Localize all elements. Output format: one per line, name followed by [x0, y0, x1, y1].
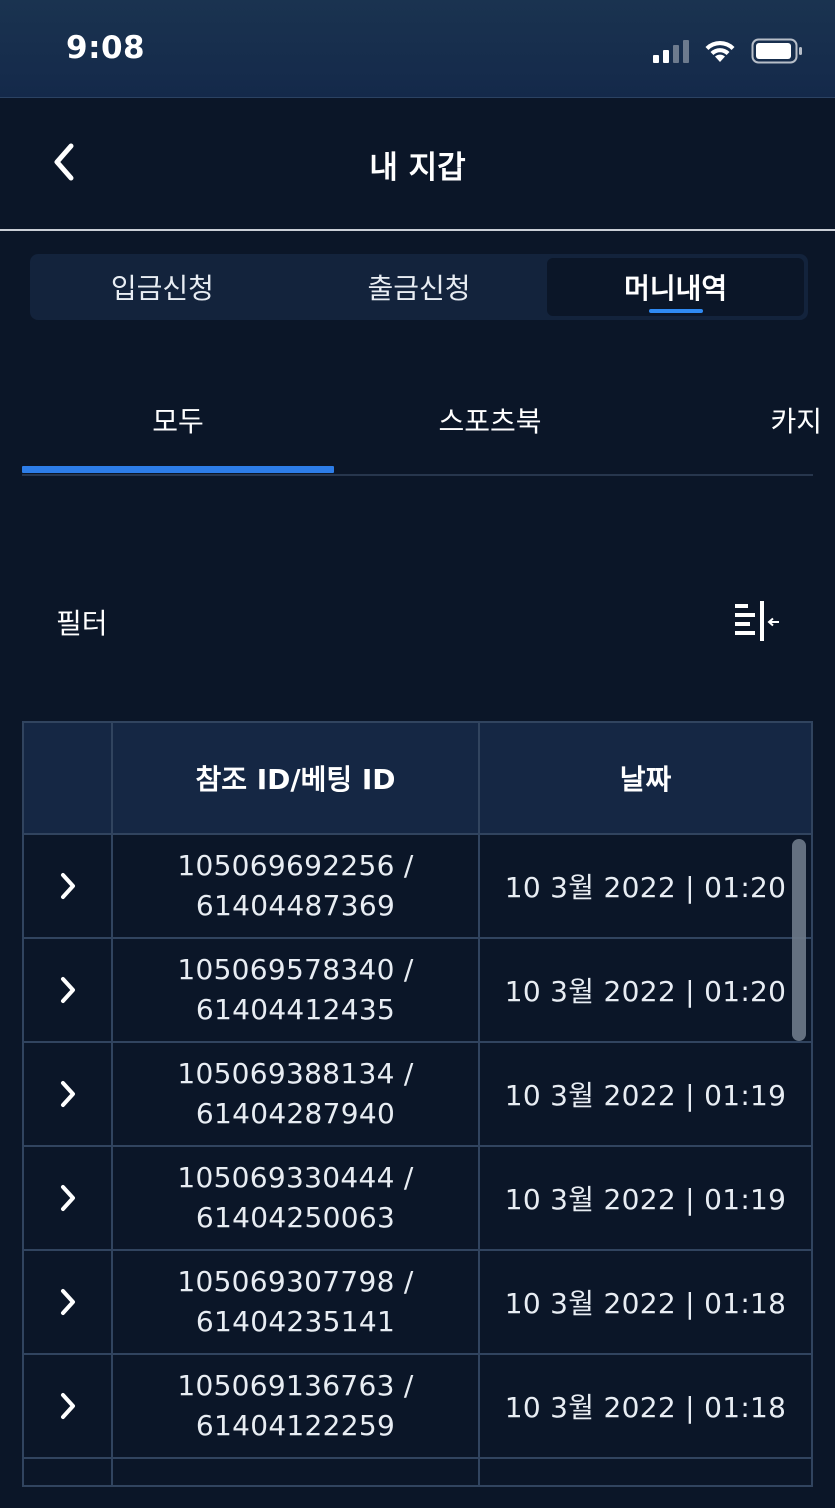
- reference-id: 105069692256 /: [177, 849, 414, 882]
- reference-cell: 105069578340 / 61404412435: [113, 939, 480, 1041]
- table-row[interactable]: 105069056162 /: [24, 1459, 811, 1485]
- reference-id: 105069388134 /: [177, 1057, 414, 1090]
- bet-id: 61404122259: [195, 1409, 396, 1442]
- battery-icon: [751, 38, 802, 64]
- column-header-expand: [24, 723, 113, 833]
- table-row[interactable]: 105069307798 / 61404235141 10 3월 2022 | 01…: [24, 1251, 811, 1355]
- expand-row-button[interactable]: [24, 939, 113, 1041]
- reference-cell: 105069307798 / 61404235141: [113, 1251, 480, 1353]
- nav-header: 내 지갑: [0, 98, 835, 231]
- tab-label: 입금신청: [110, 272, 214, 305]
- reference-cell: 105069056162 /: [113, 1459, 480, 1485]
- table-row[interactable]: 105069136763 / 61404122259 10 3월 2022 | 01…: [24, 1355, 811, 1459]
- active-subtab-indicator: [22, 466, 334, 473]
- expand-row-button[interactable]: [24, 1043, 113, 1145]
- reference-cell: 105069330444 / 61404250063: [113, 1147, 480, 1249]
- filter-row: 필터: [22, 590, 813, 654]
- active-tab-indicator: [648, 309, 703, 313]
- tab-money-history[interactable]: 머니내역: [547, 258, 805, 316]
- chevron-right-icon: [60, 1289, 75, 1315]
- transaction-date: 10 3월 2022 | 01:18: [504, 1391, 787, 1424]
- table-header: 참조 ID/베팅 ID 날짜: [24, 723, 811, 835]
- chevron-right-icon: [60, 873, 75, 899]
- transaction-date: 10 3월 2022 | 01:18: [504, 1287, 787, 1320]
- tab-label: 머니내역: [624, 272, 728, 305]
- status-time: 9:08: [66, 30, 146, 66]
- expand-row-button[interactable]: [24, 1459, 113, 1485]
- chevron-right-icon: [60, 1081, 75, 1107]
- page-title: 내 지갑: [369, 150, 466, 186]
- date-cell: 10 3월 2022 | 01:19: [480, 1043, 811, 1145]
- status-icons: [653, 34, 803, 68]
- tab-label: 출금신청: [367, 272, 471, 305]
- scrollbar[interactable]: [792, 839, 806, 1041]
- date-cell: 10 3월 2022 | 01:20: [480, 939, 811, 1041]
- table-row[interactable]: 105069692256 / 61404487369 10 3월 2022 | 01…: [24, 835, 811, 939]
- table-row[interactable]: 105069330444 / 61404250063 10 3월 2022 | 01…: [24, 1147, 811, 1251]
- date-cell: 10 3월 2022 | 01:18: [480, 1355, 811, 1457]
- wifi-icon: [705, 40, 735, 62]
- category-tabs: 모두 스포츠북 카지: [22, 365, 822, 476]
- expand-row-button[interactable]: [24, 1355, 113, 1457]
- tab-casino[interactable]: 카지: [722, 365, 822, 474]
- column-header-date: 날짜: [619, 763, 672, 796]
- table-row[interactable]: 105069388134 / 61404287940 10 3월 2022 | 01…: [24, 1043, 811, 1147]
- column-header-reference-id: 참조 ID/베팅 ID: [113, 723, 480, 833]
- bet-id: 61404250063: [195, 1201, 396, 1234]
- transaction-table: 참조 ID/베팅 ID 날짜 105069692256 / 61404487369…: [22, 721, 813, 1487]
- date-cell: 10 3월 2022 | 01:20: [480, 835, 811, 937]
- reference-cell: 105069388134 / 61404287940: [113, 1043, 480, 1145]
- transaction-date: 10 3월 2022 | 01:20: [504, 975, 787, 1008]
- bet-id: 61404487369: [195, 889, 396, 922]
- tab-deposit-request[interactable]: 입금신청: [34, 258, 291, 316]
- tab-label: 스포츠북: [438, 404, 542, 438]
- expand-row-button[interactable]: [24, 1147, 113, 1249]
- bet-id: 61404287940: [195, 1097, 396, 1130]
- reference-id: 105069136763 /: [177, 1369, 414, 1402]
- bet-id: 61404235141: [195, 1305, 396, 1338]
- filter-button[interactable]: [729, 596, 785, 648]
- tab-label: 모두: [152, 404, 204, 438]
- tab-sportsbook[interactable]: 스포츠북: [334, 365, 646, 474]
- reference-id: 105069307798 /: [177, 1265, 414, 1298]
- filter-collapse-icon: [735, 601, 779, 641]
- transaction-date: 10 3월 2022 | 01:20: [504, 871, 787, 904]
- expand-row-button[interactable]: [24, 835, 113, 937]
- filter-label: 필터: [56, 607, 108, 640]
- status-bar: 9:08: [0, 0, 835, 98]
- date-cell: 10 3월 2022 | 01:18: [480, 1251, 811, 1353]
- expand-row-button[interactable]: [24, 1251, 113, 1353]
- bet-id: 61404412435: [195, 993, 396, 1026]
- table-body: 105069692256 / 61404487369 10 3월 2022 | 01…: [24, 835, 811, 1485]
- tab-withdrawal-request[interactable]: 출금신청: [291, 258, 548, 316]
- reference-id: 105069578340 /: [177, 953, 414, 986]
- reference-cell: 105069692256 / 61404487369: [113, 835, 480, 937]
- table-row[interactable]: 105069578340 / 61404412435 10 3월 2022 | 01…: [24, 939, 811, 1043]
- wallet-tabs: 입금신청 출금신청 머니내역: [30, 254, 808, 320]
- tab-label: 카지: [770, 404, 822, 438]
- transaction-date: 10 3월 2022 | 01:19: [504, 1079, 787, 1112]
- chevron-right-icon: [60, 1393, 75, 1419]
- reference-cell: 105069136763 / 61404122259: [113, 1355, 480, 1457]
- date-cell: 10 3월 2022 | 01:19: [480, 1147, 811, 1249]
- signal-icon: [653, 39, 689, 63]
- date-cell: [480, 1459, 811, 1485]
- chevron-right-icon: [60, 977, 75, 1003]
- reference-id: 105069330444 /: [177, 1161, 414, 1194]
- chevron-right-icon: [60, 1185, 75, 1211]
- tab-all[interactable]: 모두: [22, 365, 334, 474]
- transaction-date: 10 3월 2022 | 01:19: [504, 1183, 787, 1216]
